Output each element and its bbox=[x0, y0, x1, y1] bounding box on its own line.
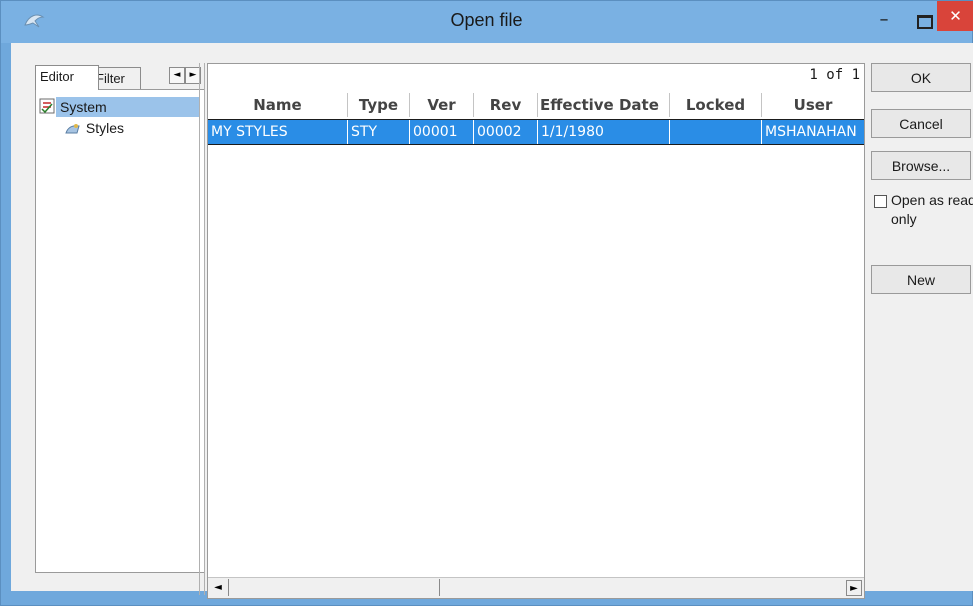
tree-pane: Editor Filter ◄ ► System Styles bbox=[35, 63, 205, 593]
page-count: 1 of 1 bbox=[809, 67, 860, 83]
maximize-icon bbox=[917, 15, 933, 29]
cell-ver: 00001 bbox=[410, 120, 474, 144]
column-header-locked[interactable]: Locked bbox=[670, 93, 762, 117]
window-title: Open file bbox=[450, 10, 523, 30]
tab-strip: Editor Filter ◄ ► bbox=[35, 65, 205, 90]
minimize-button[interactable]: – bbox=[873, 9, 895, 33]
tab-editor[interactable]: Editor bbox=[35, 65, 99, 90]
scroll-left-button[interactable]: ◄ bbox=[210, 580, 226, 596]
column-header-ver[interactable]: Ver bbox=[410, 93, 474, 117]
title-bar[interactable]: Open file – ✕ bbox=[1, 1, 973, 43]
close-button[interactable]: ✕ bbox=[937, 1, 973, 31]
open-file-dialog: Open file – ✕ Editor Filter ◄ ► System S… bbox=[0, 0, 973, 606]
column-header-user[interactable]: User bbox=[762, 93, 864, 117]
cell-rev: 00002 bbox=[474, 120, 538, 144]
browse-button[interactable]: Browse... bbox=[871, 151, 971, 180]
pane-splitter[interactable] bbox=[199, 63, 205, 595]
column-header-name[interactable]: Name bbox=[208, 93, 348, 117]
tab-scroll-left-button[interactable]: ◄ bbox=[169, 67, 185, 84]
column-header-rev[interactable]: Rev bbox=[474, 93, 538, 117]
scroll-right-button[interactable]: ► bbox=[846, 580, 862, 596]
horizontal-scrollbar[interactable]: ◄ ► bbox=[208, 577, 864, 598]
column-header-effective-date[interactable]: Effective Date bbox=[538, 93, 670, 117]
tree-view[interactable]: System Styles bbox=[35, 89, 205, 573]
styles-icon bbox=[65, 124, 80, 134]
tree-item-label: System bbox=[60, 99, 107, 115]
tree-item-system[interactable]: System bbox=[56, 97, 200, 117]
open-readonly-label[interactable]: Open as read-only bbox=[891, 191, 973, 229]
cell-effective-date: 1/1/1980 bbox=[538, 120, 670, 144]
table-row[interactable]: MY STYLES STY 00001 00002 1/1/1980 MSHAN… bbox=[208, 119, 864, 145]
cell-name: MY STYLES bbox=[208, 120, 348, 144]
dialog-client-area: Editor Filter ◄ ► System Styles 1 of 1 N… bbox=[11, 43, 973, 599]
new-button[interactable]: New bbox=[871, 265, 971, 294]
cell-locked bbox=[670, 120, 762, 144]
column-header-type[interactable]: Type bbox=[348, 93, 410, 117]
maximize-button[interactable] bbox=[911, 7, 937, 33]
ok-button[interactable]: OK bbox=[871, 63, 971, 92]
tree-item-label: Styles bbox=[85, 120, 125, 136]
file-grid[interactable]: 1 of 1 Name Type Ver Rev Effective Date … bbox=[207, 63, 865, 599]
scroll-thumb[interactable] bbox=[228, 579, 440, 596]
cancel-button[interactable]: Cancel bbox=[871, 109, 971, 138]
system-checklist-icon bbox=[39, 98, 55, 114]
cell-user: MSHANAHAN bbox=[765, 124, 857, 140]
open-readonly-checkbox[interactable] bbox=[874, 195, 887, 208]
tree-item-styles[interactable]: Styles bbox=[64, 118, 124, 138]
cell-type: STY bbox=[348, 120, 410, 144]
